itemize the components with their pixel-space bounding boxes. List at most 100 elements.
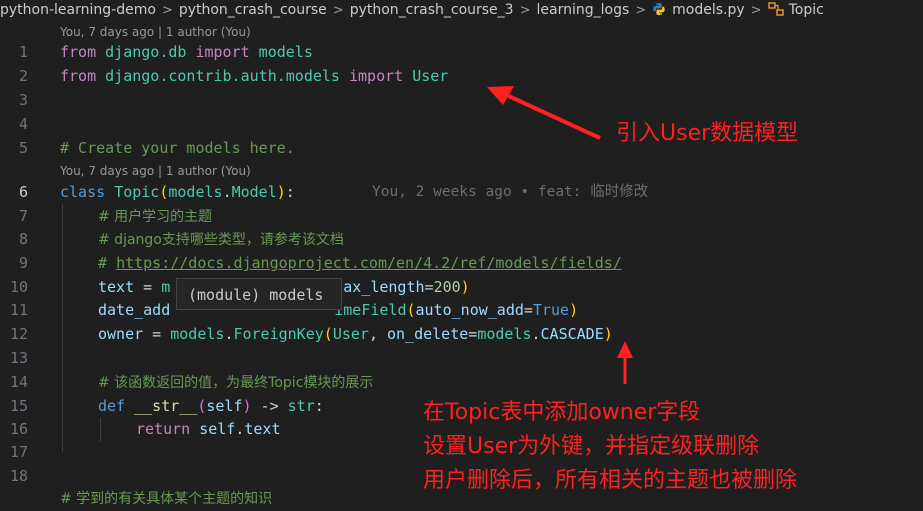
- line-number: 8: [18, 230, 28, 248]
- line-number: 11: [9, 301, 28, 319]
- comment-prefix: #: [98, 254, 117, 272]
- keyword: from: [60, 67, 97, 85]
- field-name: owner: [98, 325, 144, 343]
- number: 200: [433, 278, 461, 296]
- code-line-16[interactable]: return self.text: [136, 417, 281, 441]
- code-line-7[interactable]: # 用户学习的主题: [98, 204, 212, 228]
- line-number: 2: [18, 67, 28, 85]
- line-number: 16: [9, 420, 28, 438]
- colon: :: [285, 183, 295, 201]
- indent-guide: [62, 204, 63, 452]
- comment-text: # 该函数返回的值，为最终Topic模块的展示: [98, 375, 374, 391]
- code-line-8[interactable]: # django支持哪些类型，请参考该文档: [98, 227, 344, 251]
- annotation-import-user: 引入User数据模型: [616, 121, 799, 146]
- breadcrumb-symbol-label: Topic: [788, 2, 824, 18]
- keyword: def: [98, 397, 126, 415]
- line-number-active: 6: [18, 183, 28, 201]
- module-name: models: [477, 325, 532, 343]
- breadcrumb-separator: >: [635, 2, 647, 18]
- param: self: [206, 397, 243, 415]
- bracket: ): [569, 301, 579, 319]
- bracket: ): [603, 325, 613, 343]
- breadcrumb-item-project[interactable]: python-learning-demo: [0, 2, 156, 18]
- arrow: ->: [251, 397, 288, 415]
- inline-blame: You, 2 weeks ago • feat: 临时修改: [372, 184, 649, 200]
- field-name: text: [98, 278, 135, 296]
- line-number: 17: [9, 443, 28, 461]
- comment-text: # django支持哪些类型，请参考该文档: [98, 232, 344, 248]
- arrow-head-foreignkey: [617, 341, 633, 358]
- breadcrumb-item-app[interactable]: learning_logs: [537, 2, 630, 18]
- keyword-arg: auto_now_add: [415, 301, 524, 319]
- bracket: ): [460, 278, 470, 296]
- comment-text: # 用户学习的主题: [98, 209, 213, 225]
- class-name: Topic: [114, 183, 160, 201]
- imported-name: models: [249, 43, 313, 61]
- module-name: m: [161, 278, 171, 296]
- line-number: 15: [9, 397, 28, 415]
- dot: .: [222, 183, 232, 201]
- code-line-5[interactable]: # Create your models here.: [60, 136, 295, 160]
- line-number: 4: [18, 115, 28, 133]
- field-type: imeField: [334, 301, 407, 319]
- code-line-19[interactable]: # 学到的有关具体某个主题的知识: [60, 486, 272, 510]
- bracket: (: [406, 301, 416, 319]
- breadcrumb: python-learning-demo > python_crash_cour…: [0, 0, 923, 20]
- bracket: ): [276, 183, 286, 201]
- base-module: models: [168, 183, 223, 201]
- self-ref: self: [190, 420, 236, 438]
- dot: .: [531, 325, 541, 343]
- line-number: 18: [9, 467, 28, 485]
- constant: True: [532, 301, 570, 319]
- class-ref: User: [332, 325, 369, 343]
- arrow-head-import: [487, 86, 514, 105]
- base-class: Model: [231, 183, 277, 201]
- breadcrumb-item-subfolder[interactable]: python_crash_course_3: [350, 2, 514, 18]
- keyword: class: [60, 183, 106, 201]
- line-number: 5: [18, 139, 28, 157]
- breadcrumb-item-folder[interactable]: python_crash_course: [179, 2, 327, 18]
- code-line-6[interactable]: class Topic(models.Model):: [60, 180, 295, 204]
- arrow-line-import: [501, 91, 601, 140]
- field-name: date_add: [98, 301, 171, 319]
- keyword: import: [349, 67, 404, 85]
- operator: =: [523, 301, 533, 319]
- operator: =: [143, 325, 171, 343]
- attribute: text: [244, 420, 281, 438]
- operator: =: [134, 278, 162, 296]
- comment-text: # 学到的有关具体某个主题的知识: [60, 491, 273, 507]
- annotation-owner-line3: 用户删除后，所有相关的主题也被删除: [423, 468, 798, 493]
- function-name: __str__: [125, 397, 198, 415]
- code-line-2[interactable]: from django.contrib.auth.models import U…: [60, 64, 448, 88]
- code-line-12[interactable]: owner = models. ForeignKey(User, on_delet…: [98, 322, 613, 346]
- return-type: str: [287, 397, 315, 415]
- line-number: 14: [9, 373, 28, 391]
- codelens-blame-file[interactable]: You, 7 days ago | 1 author (You): [60, 23, 251, 41]
- keyword-arg: on_delete: [387, 325, 469, 343]
- annotation-owner-line1: 在Topic表中添加owner字段: [423, 400, 701, 425]
- codelens-blame-class[interactable]: You, 7 days ago | 1 author (You): [60, 162, 251, 180]
- module-name: django.contrib.auth.models: [96, 67, 349, 85]
- constant: CASCADE: [540, 325, 604, 343]
- breadcrumb-file-label: models.py: [672, 2, 745, 18]
- indent-guide: [100, 418, 101, 442]
- line-number: 1: [18, 43, 28, 61]
- line-number: 7: [18, 207, 28, 225]
- line-number: 12: [9, 325, 28, 343]
- keyword: return: [136, 420, 191, 438]
- code-line-1[interactable]: from django.db import models: [60, 40, 313, 64]
- code-line-15[interactable]: def __str__(self) -> str:: [98, 394, 324, 418]
- colon: :: [314, 397, 324, 415]
- operator: =: [468, 325, 478, 343]
- doc-link[interactable]: https://docs.djangoproject.com/en/4.2/re…: [116, 254, 622, 272]
- breadcrumb-item-file[interactable]: models.py: [652, 2, 745, 18]
- breadcrumb-separator: >: [750, 2, 762, 18]
- annotation-owner-line2: 设置User为外键，并指定级联删除: [423, 434, 760, 459]
- code-line-9[interactable]: # https://docs.djangoproject.com/en/4.2/…: [98, 251, 622, 275]
- bracket: ): [242, 397, 252, 415]
- keyword-arg: ax_length: [343, 278, 425, 296]
- breadcrumb-item-symbol[interactable]: Topic: [767, 2, 824, 18]
- imported-name: User: [403, 67, 449, 85]
- code-line-14[interactable]: # 该函数返回的值，为最终Topic模块的展示: [98, 370, 373, 394]
- module-name: django.db: [96, 43, 196, 61]
